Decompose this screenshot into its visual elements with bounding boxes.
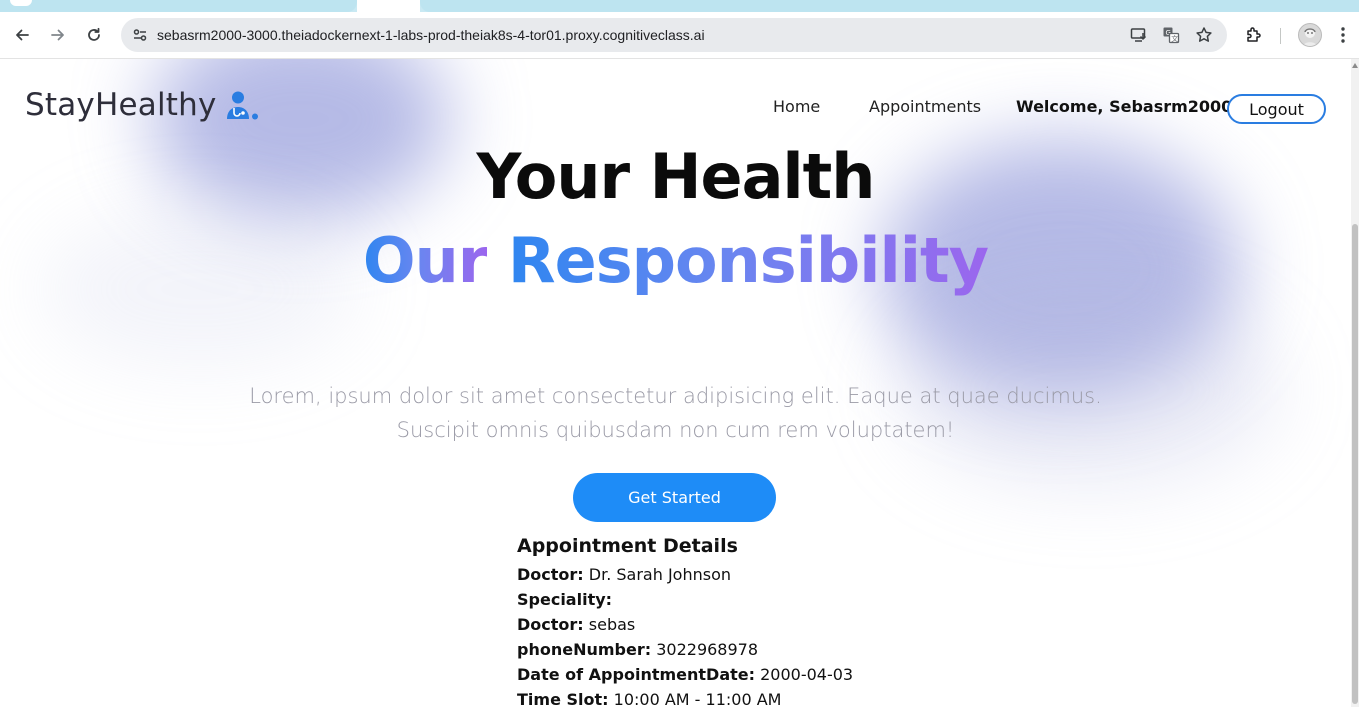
- row-label: phoneNumber:: [517, 640, 652, 659]
- page-scrollbar[interactable]: [1351, 59, 1359, 707]
- profile-avatar[interactable]: [1298, 23, 1322, 47]
- bookmark-star-icon[interactable]: [1194, 25, 1214, 45]
- hero-title-line1: Your Health: [476, 140, 876, 213]
- appointment-row-doctor: Doctor: Dr. Sarah Johnson: [517, 562, 853, 587]
- reload-icon[interactable]: [82, 23, 106, 47]
- appointment-row-doctor-name: Doctor: sebas: [517, 612, 853, 637]
- menu-kebab-icon[interactable]: [1331, 23, 1355, 47]
- appointment-row-phone: phoneNumber: 3022968978: [517, 637, 853, 662]
- row-label: Doctor:: [517, 615, 584, 634]
- row-value: 2000-04-03: [760, 665, 854, 684]
- site-info-icon[interactable]: [129, 24, 151, 46]
- row-label: Speciality:: [517, 590, 613, 609]
- hero-description-line2: Suscipit omnis quibusdam non cum rem vol…: [396, 418, 955, 442]
- toolbar-divider: [1280, 28, 1281, 44]
- appointment-row-time-slot: Time Slot: 10:00 AM - 11:00 AM: [517, 687, 853, 707]
- address-bar[interactable]: sebasrm2000-3000.theiadockernext-1-labs-…: [121, 18, 1227, 52]
- inactive-tab-right[interactable]: [420, 0, 1359, 12]
- row-label: Doctor:: [517, 565, 584, 584]
- nav-appointments-link[interactable]: Appointments: [869, 97, 981, 116]
- nav-home-link[interactable]: Home: [773, 97, 820, 116]
- welcome-text: Welcome, Sebasrm2000: [1016, 97, 1233, 116]
- extensions-icon[interactable]: [1242, 23, 1266, 47]
- install-app-icon[interactable]: [1129, 25, 1149, 45]
- hero-title-line2: Our Responsibility: [0, 224, 1351, 298]
- inactive-tab-left[interactable]: [0, 0, 357, 12]
- appointment-details: Appointment Details Doctor: Dr. Sarah Jo…: [517, 534, 853, 707]
- logout-button[interactable]: Logout: [1227, 94, 1326, 124]
- back-icon[interactable]: [10, 23, 34, 47]
- row-value: 3022968978: [656, 640, 759, 659]
- get-started-button[interactable]: Get Started: [573, 473, 776, 522]
- appointment-details-title: Appointment Details: [517, 535, 738, 557]
- tab-strip: [0, 0, 1359, 12]
- row-value: sebas: [588, 615, 636, 634]
- translate-icon[interactable]: G文: [1161, 25, 1181, 45]
- doctor-icon: [225, 90, 259, 120]
- row-label: Time Slot:: [517, 690, 609, 707]
- appointment-row-speciality: Speciality:: [517, 587, 853, 612]
- hero-title-word-our: Our: [362, 224, 488, 297]
- brand-name: StayHealthy: [25, 87, 217, 123]
- hero-description-line1: Lorem, ipsum dolor sit amet consectetur …: [249, 384, 1102, 408]
- forward-icon[interactable]: [46, 23, 70, 47]
- browser-toolbar: sebasrm2000-3000.theiadockernext-1-labs-…: [0, 12, 1359, 59]
- active-tab[interactable]: [357, 0, 420, 12]
- row-value: Dr. Sarah Johnson: [588, 565, 732, 584]
- scrollbar-thumb[interactable]: [1352, 224, 1358, 704]
- row-label: Date of AppointmentDate:: [517, 665, 756, 684]
- scroll-up-arrow-icon[interactable]: [1352, 63, 1358, 68]
- row-value: 10:00 AM - 11:00 AM: [613, 690, 782, 707]
- appointment-row-date: Date of AppointmentDate: 2000-04-03: [517, 662, 853, 687]
- tab-nub: [10, 0, 32, 6]
- svg-text:文: 文: [1171, 34, 1178, 43]
- brand-logo[interactable]: StayHealthy: [25, 87, 259, 123]
- hero-title-word-responsibility: Responsibility: [507, 224, 989, 297]
- url-text[interactable]: sebasrm2000-3000.theiadockernext-1-labs-…: [157, 18, 705, 52]
- page-content: StayHealthy Home Appointments Welcome, S…: [0, 59, 1351, 707]
- hero-description: Lorem, ipsum dolor sit amet consectetur …: [200, 379, 1151, 447]
